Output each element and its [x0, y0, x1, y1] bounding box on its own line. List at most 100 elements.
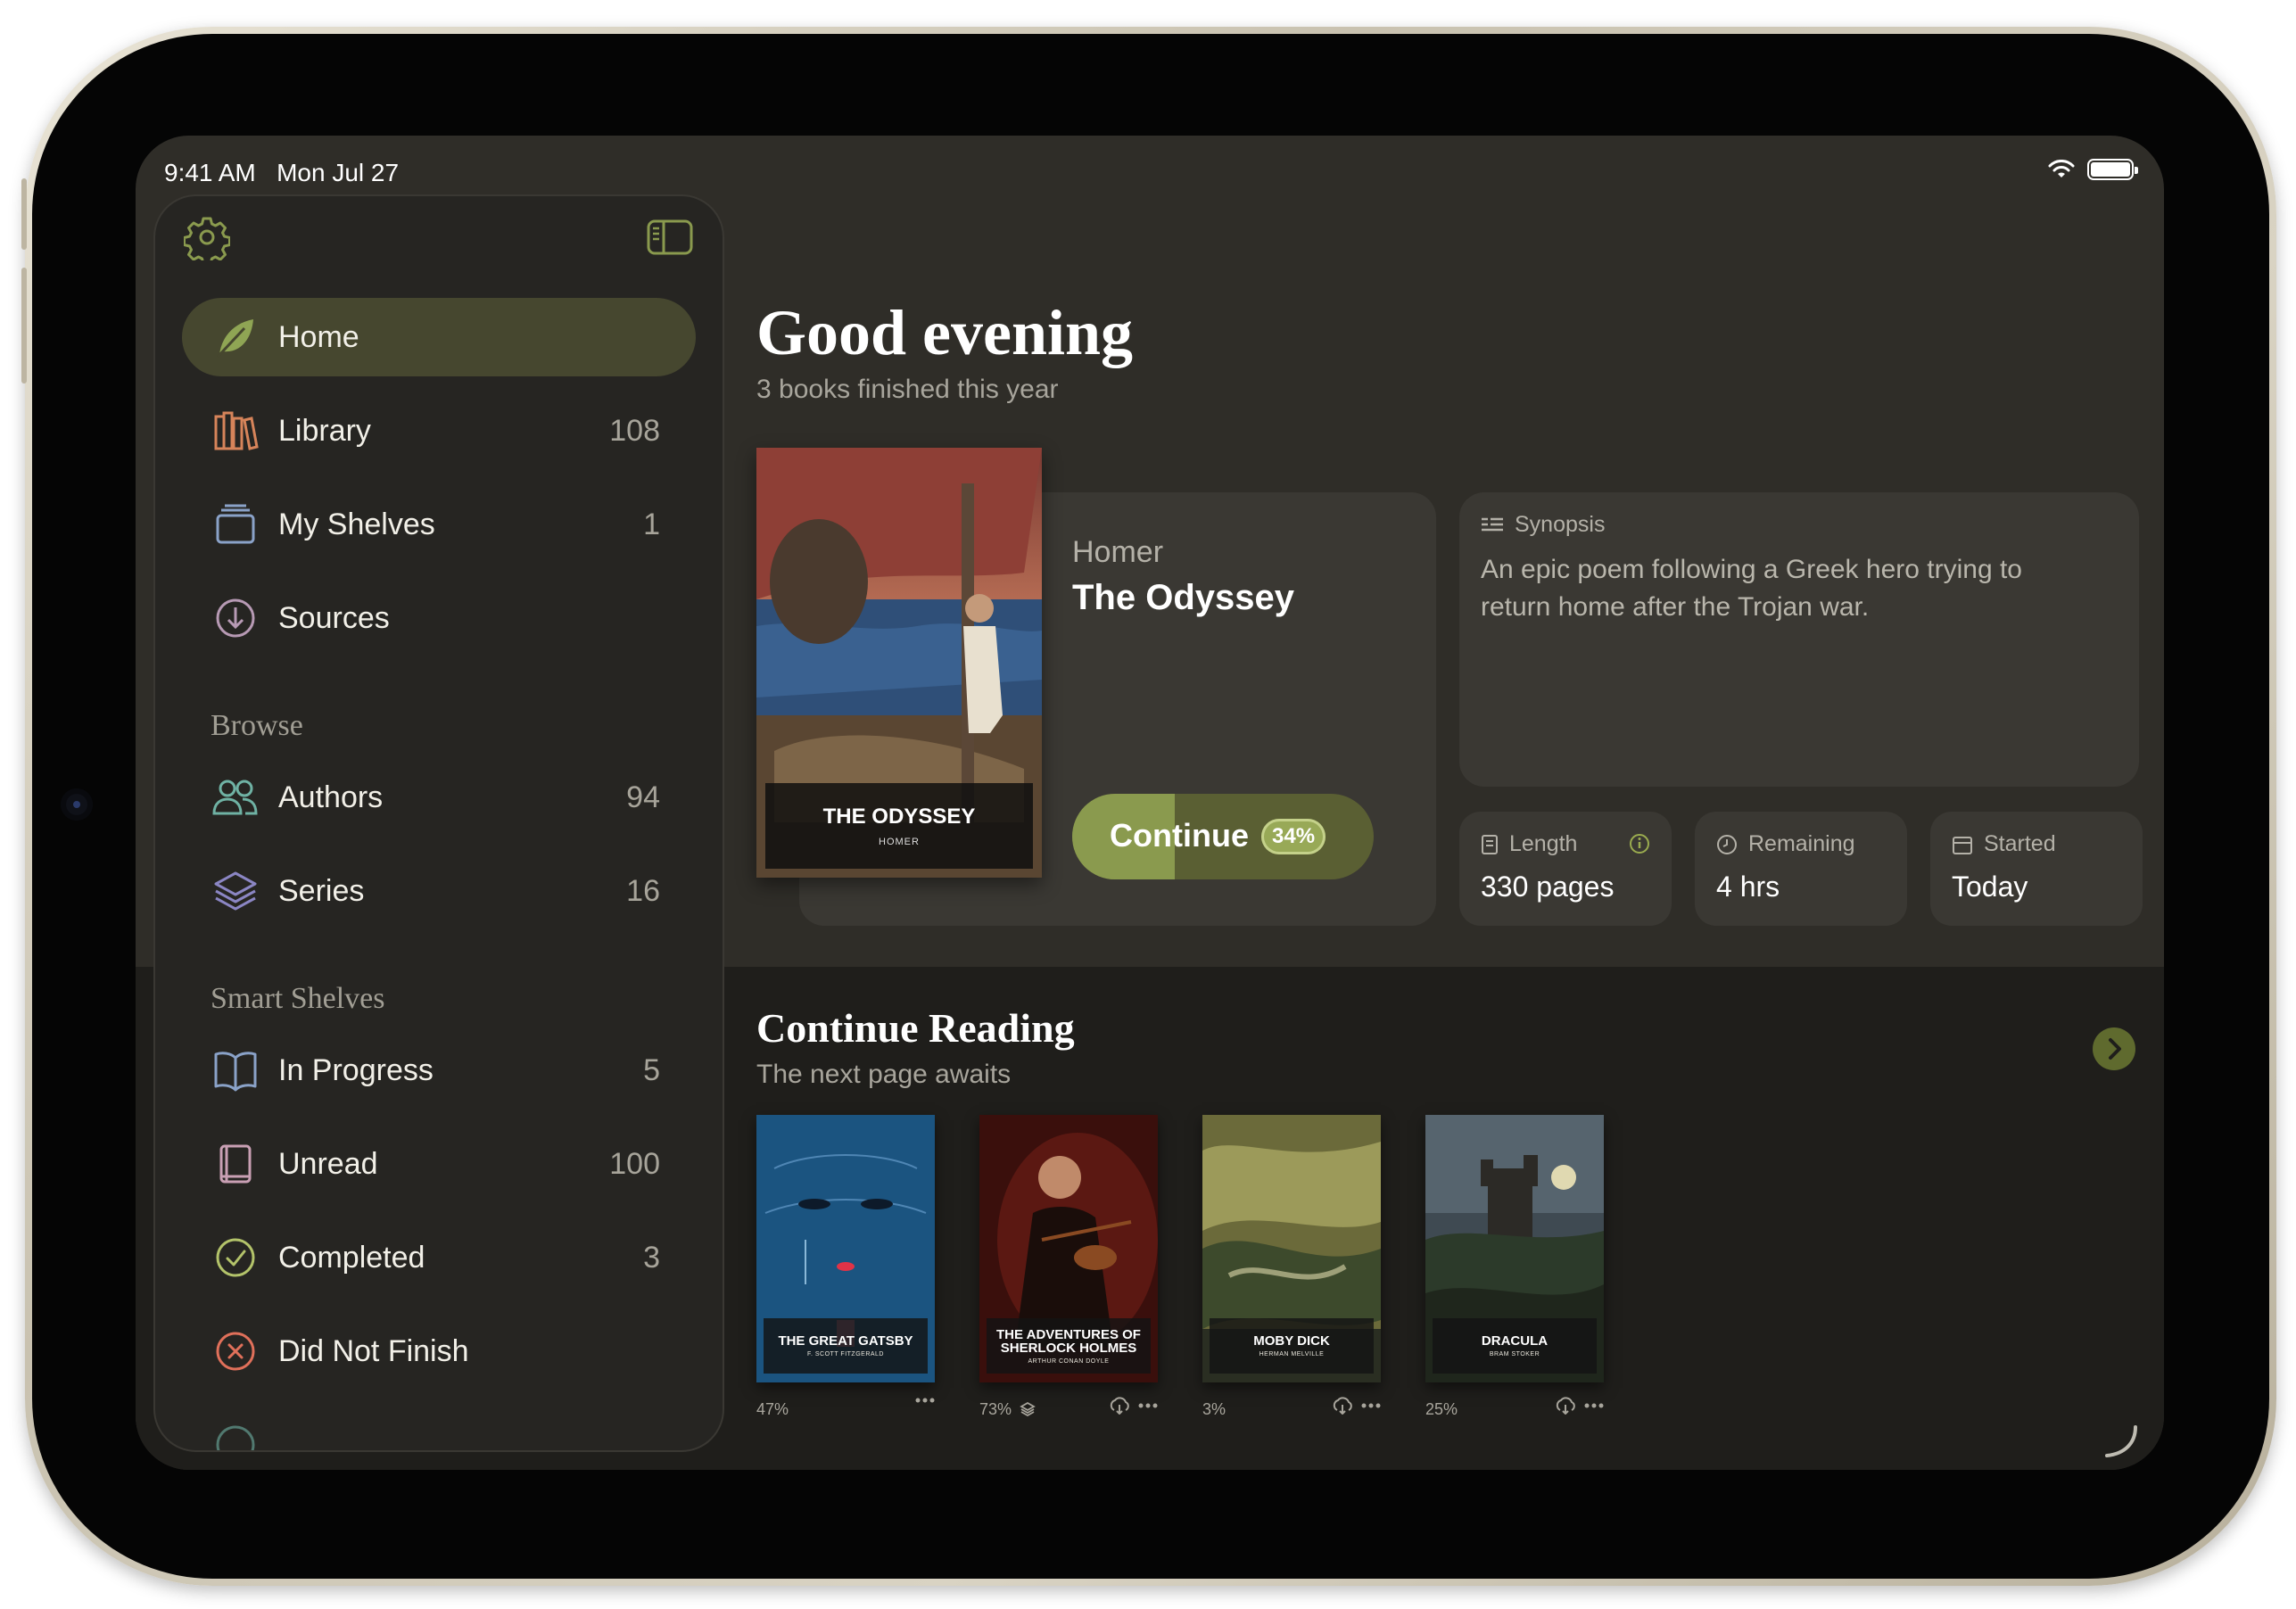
sidebar-item-count: 100 — [609, 1146, 660, 1181]
book-card-moby-dick[interactable]: MOBY DICK HERMAN MELVILLE 3% — [1202, 1115, 1381, 1429]
sidebar-item-partial[interactable] — [182, 1406, 696, 1450]
sidebar-item-authors[interactable]: Authors 94 — [182, 758, 696, 837]
sidebar-nav: Home Library 108 My Shelves 1 Sources Br… — [182, 298, 696, 1450]
stat-label: Remaining — [1748, 831, 1855, 856]
clock-icon — [1717, 834, 1737, 854]
cover-author: HERMAN MELVILLE — [1259, 1351, 1325, 1357]
sidebar-toggle-icon[interactable] — [646, 218, 694, 257]
document-icon — [1482, 834, 1498, 854]
more-icon[interactable] — [915, 1397, 935, 1404]
book-progress: 47% — [756, 1400, 789, 1418]
stat-label: Started — [1984, 831, 2056, 856]
book-card-great-gatsby[interactable]: THE GREAT GATSBY F. SCOTT FITZGERALD 47% — [756, 1115, 935, 1429]
more-icon[interactable] — [1361, 1402, 1381, 1409]
stack-icon — [214, 871, 257, 911]
calendar-icon — [1953, 836, 1972, 854]
continue-label: Continue — [1110, 817, 1249, 854]
x-circle-icon — [216, 1332, 255, 1371]
progress-badge: 34% — [1261, 819, 1326, 854]
sidebar-item-count: 5 — [643, 1052, 660, 1087]
more-icon[interactable] — [1584, 1402, 1604, 1409]
cloud-download-icon[interactable] — [1331, 1397, 1354, 1415]
stat-label: Length — [1509, 831, 1578, 856]
book-cover[interactable]: THE ADVENTURES OF SHERLOCK HOLMES ARTHUR… — [979, 1115, 1158, 1382]
sidebar-item-label: Authors — [278, 780, 384, 814]
app-screen: 9:41 AM Mon Jul 27 Home Library 108 My S… — [136, 136, 2164, 1470]
sidebar-item-label: My Shelves — [278, 507, 435, 541]
gear-icon[interactable] — [184, 214, 230, 260]
sidebar-item-home[interactable]: Home — [182, 298, 696, 376]
section-subtitle: The next page awaits — [756, 1060, 1012, 1089]
stat-value: 4 hrs — [1716, 871, 1780, 903]
sidebar-item-count: 1 — [643, 507, 660, 541]
sidebar-item-label: Home — [278, 319, 359, 354]
checkmark-circle-icon — [216, 1238, 255, 1277]
synopsis-text: An epic poem following a Greek hero tryi… — [1481, 555, 2022, 622]
synopsis-card: Synopsis An epic poem following a Greek … — [1459, 492, 2139, 787]
sidebar-item-sources[interactable]: Sources — [182, 579, 696, 657]
circle-icon — [216, 1425, 255, 1450]
book-progress: 73% — [979, 1400, 1036, 1419]
info-icon[interactable] — [1629, 833, 1650, 854]
sidebar-item-count: 3 — [643, 1240, 660, 1275]
stack-icon — [1020, 1401, 1036, 1417]
stat-started: Started Today — [1930, 812, 2143, 926]
book-cover[interactable]: MOBY DICK HERMAN MELVILLE — [1202, 1115, 1381, 1382]
sidebar-item-unread[interactable]: Unread 100 — [182, 1125, 696, 1203]
stat-value: Today — [1952, 871, 2028, 903]
sidebar-item-series[interactable]: Series 16 — [182, 852, 696, 930]
sidebar-item-label: Did Not Finish — [278, 1333, 469, 1368]
sidebar-item-count: 108 — [609, 413, 660, 448]
book-cover[interactable]: THE GREAT GATSBY F. SCOTT FITZGERALD — [756, 1115, 935, 1382]
sidebar: Home Library 108 My Shelves 1 Sources Br… — [153, 194, 724, 1452]
sidebar-item-count: 16 — [626, 873, 660, 908]
cover-author: HOMER — [879, 837, 920, 847]
battery-icon — [2087, 159, 2138, 180]
download-circle-icon — [216, 598, 255, 638]
section-title-continue-reading: Continue Reading — [756, 1005, 1075, 1051]
status-time: 9:41 AM Mon Jul 27 — [164, 159, 400, 186]
cover-title: THE GREAT GATSBY — [778, 1333, 913, 1349]
cover-title: DRACULA — [1481, 1333, 1549, 1349]
sidebar-item-my-shelves[interactable]: My Shelves 1 — [182, 485, 696, 564]
sidebar-item-library[interactable]: Library 108 — [182, 392, 696, 470]
synopsis-header: Synopsis — [1515, 512, 1606, 537]
continue-button[interactable]: Continue 34% — [1072, 794, 1374, 879]
sidebar-item-count: 94 — [626, 780, 660, 814]
stat-remaining: Remaining 4 hrs — [1695, 812, 1907, 926]
book-card-dracula[interactable]: DRACULA BRAM STOKER 25% — [1425, 1115, 1604, 1429]
stat-value: 330 pages — [1481, 871, 1615, 903]
front-camera — [61, 788, 93, 821]
sidebar-item-in-progress[interactable]: In Progress 5 — [182, 1031, 696, 1110]
book-card-sherlock-holmes[interactable]: THE ADVENTURES OF SHERLOCK HOLMES ARTHUR… — [979, 1115, 1158, 1429]
page-title: Good evening — [756, 297, 1134, 368]
cover-title: THE ODYSSEY — [822, 804, 976, 829]
cover-title: THE ADVENTURES OF SHERLOCK HOLMES — [996, 1326, 1141, 1356]
cloud-download-icon[interactable] — [1554, 1397, 1577, 1415]
cover-title: MOBY DICK — [1253, 1333, 1330, 1349]
sidebar-item-did-not-finish[interactable]: Did Not Finish — [182, 1312, 696, 1390]
more-icon[interactable] — [1138, 1402, 1158, 1409]
text-quote-icon — [1482, 517, 1503, 531]
cover-author: F. SCOTT FITZGERALD — [807, 1351, 884, 1357]
book-cover-odyssey[interactable]: THE ODYSSEY HOMER — [756, 448, 1042, 878]
sidebar-item-completed[interactable]: Completed 3 — [182, 1218, 696, 1297]
wifi-icon — [2048, 160, 2075, 177]
people-icon — [212, 780, 258, 815]
shelves-icon — [216, 504, 255, 544]
cloud-download-icon[interactable] — [1108, 1397, 1131, 1415]
resize-corner-indicator — [2105, 1425, 2137, 1457]
sidebar-item-label: Series — [278, 873, 365, 908]
books-icon — [214, 411, 259, 450]
book-progress: 25% — [1425, 1400, 1458, 1418]
section-header-browse: Browse — [211, 709, 303, 742]
section-header-smart-shelves: Smart Shelves — [211, 982, 385, 1015]
sidebar-item-label: Completed — [278, 1240, 425, 1275]
closed-book-icon — [219, 1144, 252, 1184]
stat-length: Length 330 pages — [1459, 812, 1672, 926]
book-cover[interactable]: DRACULA BRAM STOKER — [1425, 1115, 1604, 1382]
book-progress: 3% — [1202, 1400, 1226, 1418]
leaf-icon — [216, 319, 253, 359]
chevron-right-icon[interactable] — [2093, 1027, 2135, 1070]
cover-author: BRAM STOKER — [1489, 1351, 1540, 1357]
